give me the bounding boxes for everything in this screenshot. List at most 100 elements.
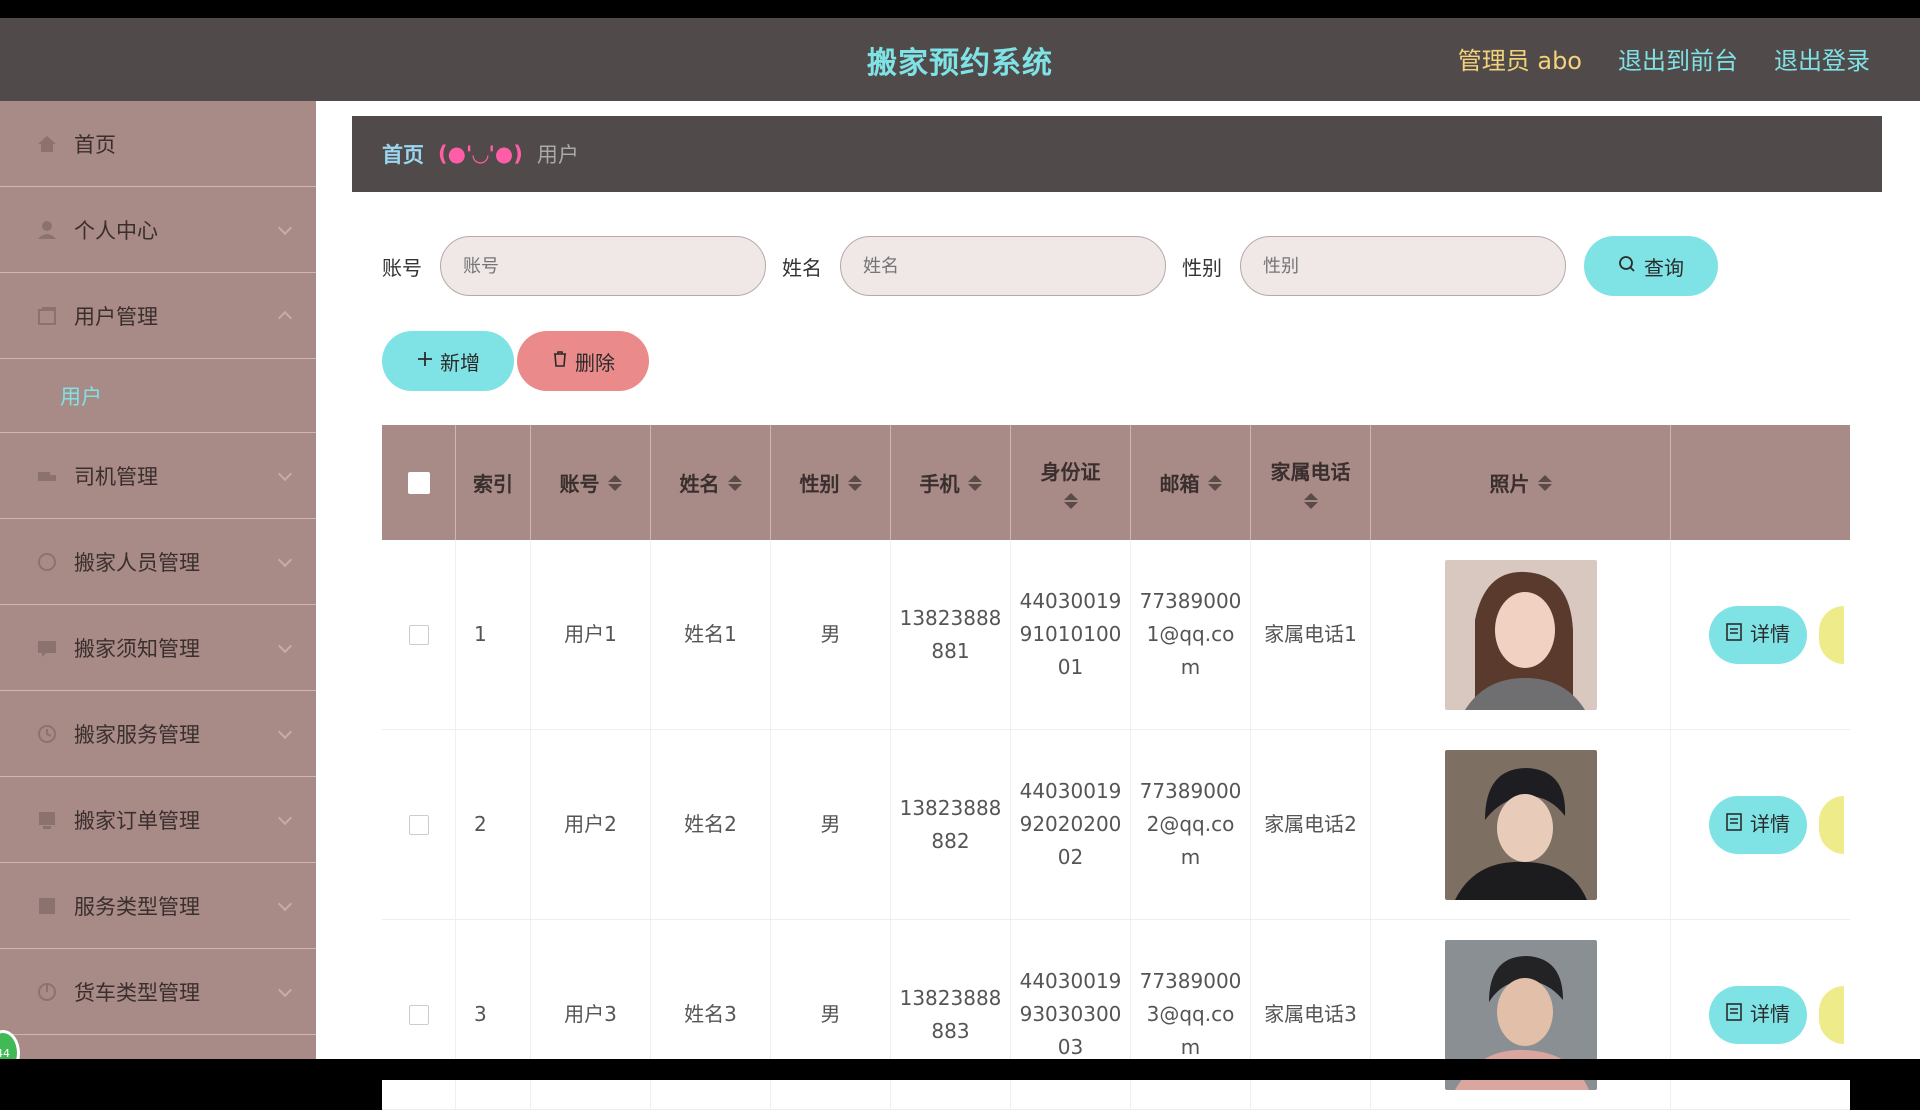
header-photo[interactable]: 照片 xyxy=(1371,425,1671,540)
screen-top-bar xyxy=(0,0,1920,18)
sidebar-item-driver-management[interactable]: 司机管理 xyxy=(0,433,316,519)
detail-button-label: 详情 xyxy=(1750,812,1791,836)
row-checkbox[interactable] xyxy=(408,1004,429,1025)
row-checkbox[interactable] xyxy=(408,814,429,835)
header-links: 管理员 abo 退出到前台 退出登录 xyxy=(1458,41,1870,76)
detail-button[interactable]: 详情 xyxy=(1709,795,1808,854)
cell-index: 3 xyxy=(456,920,531,1109)
select-all-cell xyxy=(382,425,456,540)
sidebar-item-profile[interactable]: 个人中心 xyxy=(0,187,316,273)
sidebar-item-notice-management[interactable]: 搬家须知管理 xyxy=(0,605,316,691)
add-button-label: 新增 xyxy=(440,350,480,375)
breadcrumb-home[interactable]: 首页 xyxy=(382,139,424,169)
sidebar-item-label: 搬家订单管理 xyxy=(74,808,200,833)
sidebar-item-truck-type-management[interactable]: 货车类型管理 xyxy=(0,949,316,1035)
cell-name: 姓名2 xyxy=(651,730,771,919)
name-search-input[interactable] xyxy=(840,236,1166,296)
cell-photo xyxy=(1371,540,1671,729)
sidebar-item-order-management[interactable]: 搬家订单管理 xyxy=(0,777,316,863)
breadcrumb-current: 用户 xyxy=(536,143,579,167)
sidebar-item-home[interactable]: 首页 xyxy=(0,101,316,187)
query-button[interactable]: 查询 xyxy=(1584,236,1718,296)
header-account[interactable]: 账号 xyxy=(531,425,651,540)
chevron-down-icon xyxy=(277,466,293,482)
cell-phone: 13823888881 xyxy=(891,540,1011,729)
trash-icon xyxy=(551,349,569,373)
top-header: 搬家预约系统 管理员 abo 退出到前台 退出登录 xyxy=(0,18,1920,101)
sort-icon[interactable] xyxy=(1303,493,1318,509)
truck-type-icon xyxy=(36,981,58,1003)
detail-button[interactable]: 详情 xyxy=(1709,985,1808,1044)
account-label: 账号 xyxy=(382,255,422,280)
document-icon xyxy=(1726,998,1742,1031)
account-search-input[interactable] xyxy=(440,236,766,296)
chevron-down-icon xyxy=(277,724,293,740)
edit-button[interactable] xyxy=(1819,605,1844,664)
sort-icon[interactable] xyxy=(1537,474,1552,491)
cell-id-card: 440300199101010001 xyxy=(1011,540,1131,729)
sidebar-item-label: 服务类型管理 xyxy=(74,894,200,919)
header-id-card[interactable]: 身份证 xyxy=(1011,425,1131,540)
cell-gender: 男 xyxy=(771,540,891,729)
sidebar-item-user-management[interactable]: 用户管理 xyxy=(0,273,316,359)
sidebar-item-service-management[interactable]: 搬家服务管理 xyxy=(0,691,316,777)
delete-button[interactable]: 删除 xyxy=(517,331,649,391)
sort-icon[interactable] xyxy=(1207,474,1222,491)
header-email[interactable]: 邮箱 xyxy=(1131,425,1251,540)
cell-email: 773890001@qq.com xyxy=(1131,540,1251,729)
row-select-cell xyxy=(382,730,456,919)
add-button[interactable]: 新增 xyxy=(382,331,514,391)
cell-actions: 详情 xyxy=(1671,540,1850,729)
sidebar-subitem-user[interactable]: 用户 xyxy=(0,359,316,433)
header-label: 索引 xyxy=(473,472,513,496)
order-icon xyxy=(36,809,58,831)
header-gender[interactable]: 性别 xyxy=(771,425,891,540)
header-phone[interactable]: 手机 xyxy=(891,425,1011,540)
header-label: 照片 xyxy=(1489,472,1530,496)
sidebar-item-label: 搬家人员管理 xyxy=(74,550,200,575)
plus-icon xyxy=(416,349,434,373)
header-label: 姓名 xyxy=(679,472,720,496)
sort-icon[interactable] xyxy=(727,474,742,491)
header-label: 账号 xyxy=(559,472,600,496)
sort-icon[interactable] xyxy=(847,474,862,491)
gender-search-input[interactable] xyxy=(1240,236,1566,296)
chevron-down-icon xyxy=(277,220,293,236)
select-all-checkbox[interactable] xyxy=(407,471,430,494)
user-table: 索引 账号 姓名 性别 手机 身份证 邮箱 家属电话 照片 1 用户1 姓名1 … xyxy=(382,425,1850,1110)
screen-bottom-bar xyxy=(0,1059,1920,1080)
service-icon xyxy=(36,723,58,745)
sidebar-item-mover-management[interactable]: 搬家人员管理 xyxy=(0,519,316,605)
sidebar-item-service-type-management[interactable]: 服务类型管理 xyxy=(0,863,316,949)
row-checkbox[interactable] xyxy=(408,624,429,645)
cell-name: 姓名1 xyxy=(651,540,771,729)
sidebar-item-label: 货车类型管理 xyxy=(74,980,200,1005)
sidebar: 首页 个人中心 用户管理 用户 司机管理 搬家人员管理 搬家须知管理 搬家服务管… xyxy=(0,101,316,1076)
exit-to-front-link[interactable]: 退出到前台 xyxy=(1618,41,1738,76)
sort-icon[interactable] xyxy=(607,474,622,491)
cell-account: 用户1 xyxy=(531,540,651,729)
edit-button[interactable] xyxy=(1819,985,1844,1044)
cell-photo xyxy=(1371,920,1671,1109)
sidebar-item-label: 用户管理 xyxy=(74,304,158,329)
header-label: 家属电话 xyxy=(1270,460,1351,484)
cell-gender: 男 xyxy=(771,730,891,919)
chevron-down-icon xyxy=(277,896,293,912)
detail-button[interactable]: 详情 xyxy=(1709,605,1808,664)
header-family-phone[interactable]: 家属电话 xyxy=(1251,425,1371,540)
breadcrumb: 首页 (●'◡'●) 用户 xyxy=(352,116,1882,192)
sort-icon[interactable] xyxy=(1063,493,1078,509)
header-label: 手机 xyxy=(919,472,960,496)
truck-icon xyxy=(36,465,58,487)
row-select-cell xyxy=(382,540,456,729)
cell-index: 1 xyxy=(456,540,531,729)
user-icon xyxy=(36,219,58,241)
edit-button[interactable] xyxy=(1819,795,1844,854)
header-name[interactable]: 姓名 xyxy=(651,425,771,540)
logout-link[interactable]: 退出登录 xyxy=(1774,41,1870,76)
sort-icon[interactable] xyxy=(967,474,982,491)
chevron-down-icon xyxy=(277,552,293,568)
main-content: 首页 (●'◡'●) 用户 账号 姓名 性别 查询 新增 删除 xyxy=(316,101,1920,1110)
action-buttons: 新增 删除 xyxy=(382,331,649,391)
chevron-down-icon xyxy=(277,638,293,654)
